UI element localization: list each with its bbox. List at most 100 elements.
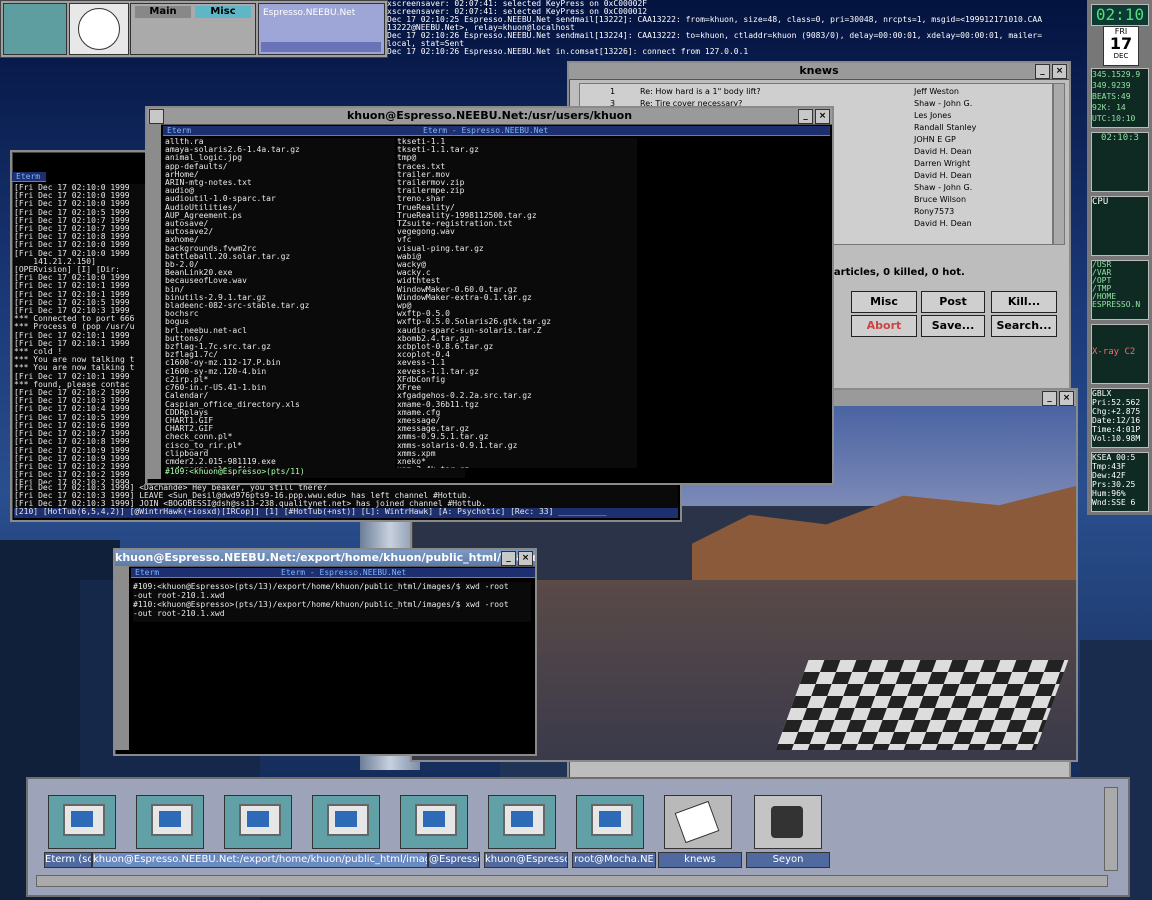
- main-terminal-window[interactable]: khuon@Espresso.NEEBU.Net:/usr/users/khuo…: [145, 106, 834, 485]
- article-row[interactable]: 1 Re: How hard is a 1" body lift? Jeff Wes…: [580, 86, 1050, 98]
- disk-monitor: /USR/VAR/OPT/TMP/HOME ESPRESSO.N: [1091, 260, 1149, 320]
- task-label-eterm[interactable]: Eterm (sc: [44, 852, 92, 868]
- irc-line: [Fri Dec 17 02:10:3 1999] JOIN <BOGOBESS…: [14, 499, 487, 508]
- cpu-monitor: CPU: [1091, 196, 1149, 256]
- computer-icon: [503, 804, 545, 836]
- stock-ticker: GBLX Pri:52.562 Chg:+2.875 Date:12/16 Time:4…: [1091, 388, 1149, 448]
- article-author: David H. Dean: [914, 147, 972, 156]
- load-monitor: Espresso.NEEBU.Net: [258, 3, 385, 55]
- weather-line: Tmp:43F: [1092, 462, 1126, 471]
- terminal-line: -out root-210.1.xwd: [133, 609, 225, 618]
- computer-icon: [151, 804, 193, 836]
- stat-line: 349.9239: [1092, 81, 1131, 90]
- task-terminal-7[interactable]: [576, 795, 644, 849]
- weather-applet: KSEA 00:5 Tmp:43F Dew:42F Prs:30.25 Hum:96% W…: [1091, 452, 1149, 512]
- task-terminal-4[interactable]: [312, 795, 380, 849]
- xray-monitor: X-ray C2: [1091, 324, 1149, 384]
- save-button[interactable]: Save...: [921, 315, 985, 337]
- clock-face-icon: [78, 8, 120, 50]
- main-terminal-titlebar[interactable]: khuon@Espresso.NEEBU.Net:/usr/users/khuo…: [147, 108, 832, 125]
- file-entry: xmms.xpm: [397, 448, 436, 458]
- close-icon[interactable]: ×: [1059, 391, 1074, 406]
- task-terminal-5[interactable]: [400, 795, 468, 849]
- computer-icon: [327, 804, 369, 836]
- task-label-khuon[interactable]: khuon@Espresso: [484, 852, 568, 868]
- knews-status: l articles, 0 killed, 0 hot.: [827, 267, 965, 278]
- article-subject: Re: How hard is a 1" body lift?: [640, 87, 761, 96]
- window-menu-icon[interactable]: [149, 109, 164, 124]
- desktop-pager[interactable]: Main Misc: [130, 3, 256, 55]
- file-entry: bochsrc: [165, 309, 199, 319]
- file-entry: vegegong.wav: [397, 227, 455, 237]
- iconify-icon[interactable]: _: [798, 109, 813, 124]
- taskbar-hscrollbar[interactable]: [36, 875, 1108, 887]
- images-terminal-titlebar[interactable]: khuon@Espresso.NEEBU.Net:/export/home/kh…: [115, 550, 535, 567]
- task-label-root-mocha[interactable]: root@Mocha.NE: [572, 852, 656, 868]
- file-entry: app-defaults/: [165, 161, 228, 171]
- syslog-console: xscreensaver: 02:07:41: selected KeyPres…: [387, 0, 1087, 56]
- irc-tab[interactable]: Eterm: [12, 172, 46, 182]
- main-terminal-scrollbar[interactable]: [147, 124, 161, 479]
- listing-col-1: allth.ra amaya-solaris2.6-1.4a.tar.gz anim…: [165, 138, 395, 468]
- task-eterm[interactable]: [48, 795, 116, 849]
- task-terminal-3[interactable]: [224, 795, 292, 849]
- file-entry: ARIN-mtg-notes.txt: [165, 178, 252, 188]
- computer-icon[interactable]: [3, 3, 67, 55]
- iconify-icon[interactable]: _: [1035, 64, 1050, 79]
- article-author: Shaw - John G.: [914, 99, 973, 108]
- kill-button[interactable]: Kill...: [991, 291, 1057, 313]
- digital-clock: 02:10: [1091, 4, 1149, 26]
- calendar-date: 17: [1109, 34, 1133, 53]
- taskbar-vscrollbar[interactable]: [1104, 787, 1118, 871]
- knews-titlebar[interactable]: knews _ ×: [569, 63, 1069, 80]
- pager-desk-main[interactable]: Main: [135, 6, 191, 18]
- host-label: Espresso.NEEBU.Net: [263, 8, 356, 18]
- close-icon[interactable]: ×: [1052, 64, 1067, 79]
- main-terminal-tab[interactable]: Eterm: [167, 126, 191, 135]
- disk-label: ESPRESSO.N: [1092, 300, 1141, 309]
- stat-line: BEATS:49: [1092, 92, 1131, 101]
- main-terminal-tab-title: Eterm - Espresso.NEEBU.Net: [423, 126, 549, 135]
- images-terminal-window[interactable]: khuon@Espresso.NEEBU.Net:/export/home/kh…: [113, 548, 537, 756]
- file-entry: battleball.20.solar.tar.gz: [165, 251, 291, 261]
- article-number: 1: [610, 87, 616, 96]
- article-author: David H. Dean: [914, 171, 972, 180]
- main-terminal-prompt[interactable]: #109:<khuon@Espresso>(pts/11): [165, 468, 465, 478]
- search-button[interactable]: Search...: [991, 315, 1057, 337]
- pager-desk-misc[interactable]: Misc: [195, 6, 251, 18]
- article-author: JOHN E GP: [914, 135, 956, 144]
- post-button[interactable]: Post: [921, 291, 985, 313]
- terminal-line: #109:<khuon@Espresso>(pts/13)/export/hom…: [133, 582, 509, 591]
- xray-label: X-ray C2: [1092, 347, 1136, 357]
- iconify-icon[interactable]: _: [1042, 391, 1057, 406]
- task-knews[interactable]: [664, 795, 732, 849]
- images-terminal-tab[interactable]: Eterm: [135, 568, 159, 577]
- cpu-label: CPU: [1092, 197, 1109, 207]
- stock-line: Pri:52.562: [1092, 398, 1141, 407]
- task-label-seyon[interactable]: Seyon: [746, 852, 830, 868]
- close-icon[interactable]: ×: [518, 551, 533, 566]
- close-icon[interactable]: ×: [815, 109, 830, 124]
- images-terminal-scrollbar[interactable]: [115, 566, 129, 750]
- file-entry: visual-ping.tar.gz: [397, 243, 484, 253]
- weather-line: Dew:42F: [1092, 471, 1126, 480]
- stat-line: 92K: 14: [1092, 103, 1126, 112]
- task-label-images[interactable]: khuon@Espresso.NEEBU.Net:/export/home/kh…: [92, 852, 428, 868]
- knews-scrollbar[interactable]: [1053, 83, 1065, 245]
- computer-icon: [239, 804, 281, 836]
- checkerboard: [775, 660, 1069, 750]
- calendar-icon: FRI 17 DEC: [1103, 26, 1139, 66]
- misc-button[interactable]: Misc: [851, 291, 917, 313]
- time-stats: 345.1529.9 349.9239 BEATS:49 92K: 14 UTC:10:…: [1091, 68, 1149, 128]
- iconify-icon[interactable]: _: [501, 551, 516, 566]
- weather-line: Wnd:SSE 6: [1092, 498, 1136, 507]
- article-author: Randall Stanley: [914, 123, 977, 132]
- article-author: Jeff Weston: [914, 87, 959, 96]
- task-images-terminal[interactable]: [136, 795, 204, 849]
- task-seyon[interactable]: [754, 795, 822, 849]
- task-label-knews[interactable]: knews: [658, 852, 742, 868]
- task-label-espresso[interactable]: @Espresso: [428, 852, 480, 868]
- article-author: Rony7573: [914, 207, 955, 216]
- abort-button[interactable]: Abort: [851, 315, 917, 337]
- task-terminal-6[interactable]: [488, 795, 556, 849]
